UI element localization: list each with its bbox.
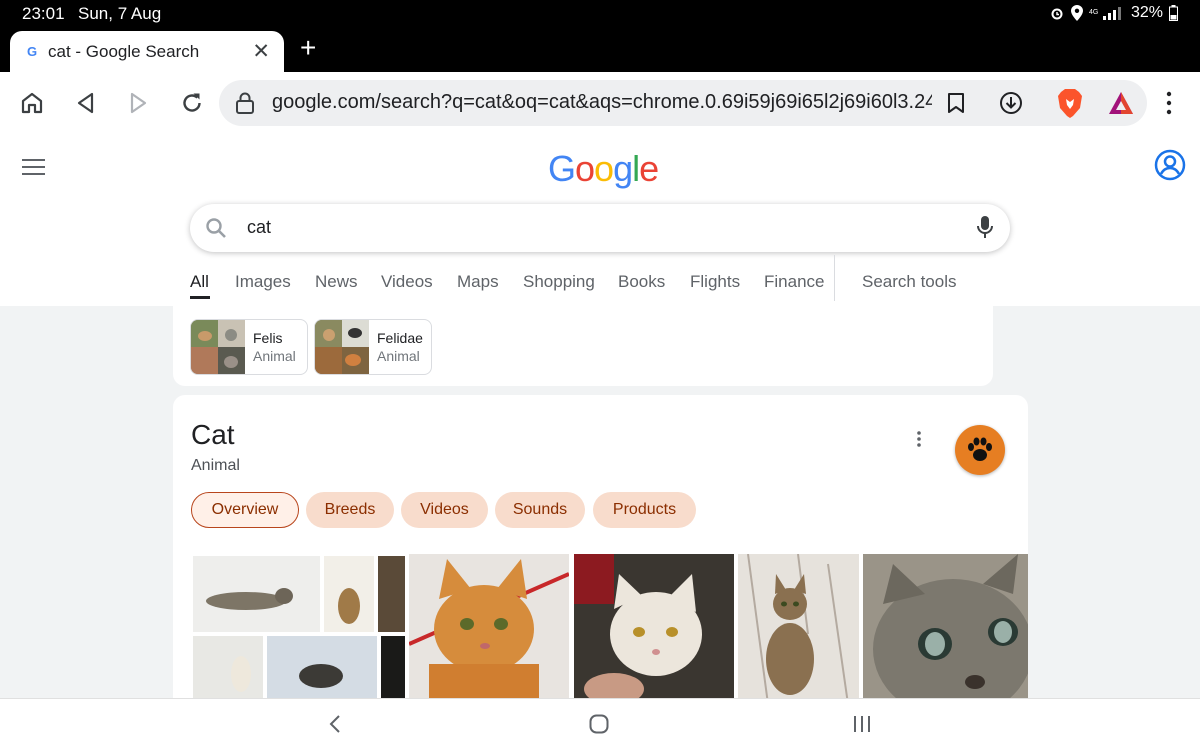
paw-icon bbox=[955, 425, 1005, 475]
more-options-icon[interactable] bbox=[911, 429, 927, 449]
tab-maps[interactable]: Maps bbox=[457, 272, 499, 292]
pill-overview[interactable]: Overview bbox=[191, 492, 299, 528]
back-icon[interactable] bbox=[73, 90, 99, 116]
status-date: Sun, 7 Aug bbox=[78, 4, 162, 23]
entity-type: Animal bbox=[253, 348, 296, 364]
results-area: Felis Animal Felidae Animal Cat Animal O… bbox=[0, 306, 1200, 698]
svg-text:4G: 4G bbox=[1089, 9, 1098, 16]
url-text[interactable]: google.com/search?q=cat&oq=cat&aqs=chrom… bbox=[272, 91, 932, 114]
search-icon bbox=[206, 218, 226, 238]
brave-rewards-icon[interactable] bbox=[1107, 90, 1135, 116]
active-tab-indicator bbox=[190, 296, 210, 299]
tab-books[interactable]: Books bbox=[618, 272, 665, 292]
google-logo[interactable]: Google bbox=[548, 148, 659, 190]
cat-image-kitten-closeup[interactable] bbox=[863, 554, 1028, 698]
search-input[interactable]: cat bbox=[247, 217, 271, 238]
tabs-divider bbox=[834, 255, 835, 301]
system-home-icon[interactable] bbox=[588, 713, 610, 735]
reload-icon[interactable] bbox=[179, 90, 205, 116]
pill-sounds[interactable]: Sounds bbox=[495, 492, 585, 528]
google-header: Google cat All Images News Videos Maps S… bbox=[0, 134, 1200, 306]
system-nav-bar bbox=[0, 698, 1200, 750]
search-tabs: All Images News Videos Maps Shopping Boo… bbox=[190, 255, 990, 307]
knowledge-title: Cat bbox=[191, 419, 235, 450]
tab-title: cat - Google Search bbox=[48, 42, 200, 61]
felis-thumbnail bbox=[191, 320, 245, 374]
close-tab-icon[interactable]: ✕ bbox=[252, 39, 270, 64]
search-tools-button[interactable]: Search tools bbox=[862, 272, 957, 292]
knowledge-subtitle: Animal bbox=[191, 457, 240, 474]
entity-chip-felidae[interactable]: Felidae Animal bbox=[314, 319, 432, 375]
cat-image-orange[interactable] bbox=[409, 554, 569, 698]
search-box[interactable]: cat bbox=[190, 204, 1010, 252]
knowledge-panel: Cat Animal Overview Breeds Videos Sounds… bbox=[173, 395, 1028, 698]
cat-image-collage[interactable] bbox=[191, 554, 405, 698]
system-back-icon[interactable] bbox=[327, 713, 343, 735]
logo-letter: o bbox=[594, 148, 614, 189]
status-time: 23:01 bbox=[22, 4, 65, 23]
tab-strip: G cat - Google Search ✕ + bbox=[0, 28, 1200, 72]
signal-icon: 4G bbox=[1089, 7, 1121, 20]
lock-icon[interactable] bbox=[235, 92, 255, 114]
logo-letter: e bbox=[639, 148, 659, 189]
browser-tab[interactable]: G cat - Google Search ✕ bbox=[10, 31, 284, 72]
cat-image-tabby-sitting[interactable] bbox=[738, 554, 859, 698]
logo-letter: g bbox=[613, 148, 633, 189]
browser-menu-icon[interactable] bbox=[1160, 88, 1178, 118]
cat-image-white[interactable] bbox=[574, 554, 734, 698]
tab-shopping[interactable]: Shopping bbox=[523, 272, 595, 292]
status-bar: 23:01 Sun, 7 Aug 4G 32% bbox=[0, 0, 1200, 28]
hamburger-menu-icon[interactable] bbox=[22, 158, 46, 176]
google-favicon-icon: G bbox=[27, 44, 38, 59]
logo-letter: o bbox=[575, 148, 595, 189]
tab-news[interactable]: News bbox=[315, 272, 358, 292]
alarm-icon bbox=[1051, 8, 1063, 20]
entity-chip-felis[interactable]: Felis Animal bbox=[190, 319, 308, 375]
location-icon bbox=[1070, 5, 1083, 21]
entity-name: Felidae bbox=[377, 330, 423, 346]
brave-shields-icon[interactable] bbox=[1057, 88, 1083, 118]
new-tab-button[interactable]: + bbox=[300, 34, 316, 62]
tab-flights[interactable]: Flights bbox=[690, 272, 740, 292]
tab-images[interactable]: Images bbox=[235, 272, 291, 292]
pill-breeds[interactable]: Breeds bbox=[306, 492, 394, 528]
bookmark-icon[interactable] bbox=[947, 92, 965, 114]
forward-icon[interactable] bbox=[125, 90, 151, 116]
entity-type: Animal bbox=[377, 348, 420, 364]
entity-name: Felis bbox=[253, 330, 283, 346]
download-icon[interactable] bbox=[999, 91, 1023, 115]
tab-all[interactable]: All bbox=[190, 272, 209, 292]
felidae-thumbnail bbox=[315, 320, 369, 374]
home-icon[interactable] bbox=[19, 90, 45, 116]
system-recents-icon[interactable] bbox=[852, 713, 872, 735]
browser-toolbar: google.com/search?q=cat&oq=cat&aqs=chrom… bbox=[0, 72, 1200, 134]
image-carousel bbox=[191, 554, 1028, 698]
battery-icon bbox=[1169, 5, 1178, 21]
pill-videos[interactable]: Videos bbox=[401, 492, 488, 528]
tab-finance[interactable]: Finance bbox=[764, 272, 824, 292]
address-bar[interactable]: google.com/search?q=cat&oq=cat&aqs=chrom… bbox=[219, 80, 1147, 126]
status-icons: 4G 32% bbox=[1049, 4, 1178, 22]
pill-products[interactable]: Products bbox=[593, 492, 696, 528]
logo-letter: G bbox=[548, 148, 576, 189]
tab-videos[interactable]: Videos bbox=[381, 272, 433, 292]
account-icon[interactable] bbox=[1154, 149, 1186, 181]
microphone-icon[interactable] bbox=[976, 215, 994, 241]
battery-level: 32% bbox=[1130, 4, 1163, 21]
related-entities-card: Felis Animal Felidae Animal bbox=[173, 306, 993, 386]
